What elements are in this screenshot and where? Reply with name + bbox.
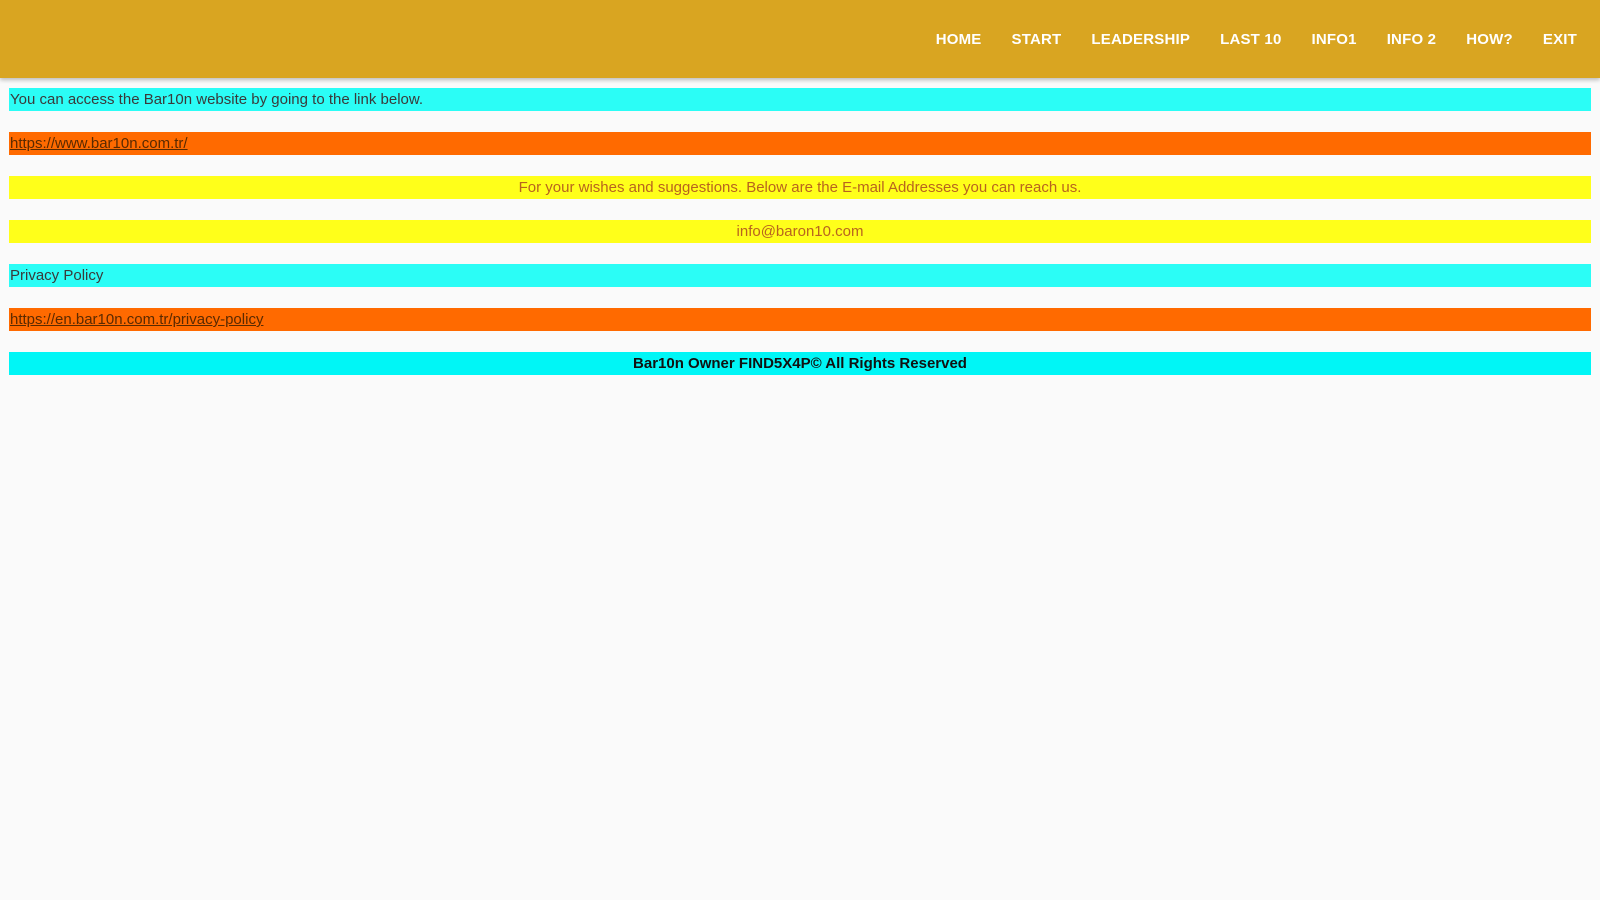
nav-last-10[interactable]: LAST 10	[1205, 31, 1296, 48]
nav-exit[interactable]: EXIT	[1528, 31, 1592, 48]
nav-start[interactable]: START	[997, 31, 1077, 48]
website-link[interactable]: https://www.bar10n.com.tr/	[9, 132, 1591, 155]
nav-leadership[interactable]: LEADERSHIP	[1076, 31, 1205, 48]
nav-info-2[interactable]: INFO 2	[1372, 31, 1452, 48]
privacy-policy-link[interactable]: https://en.bar10n.com.tr/privacy-policy	[9, 308, 1591, 331]
nav-home[interactable]: HOME	[921, 31, 997, 48]
access-text: You can access the Bar10n website by goi…	[9, 88, 1591, 111]
nav-info1[interactable]: INFO1	[1297, 31, 1372, 48]
suggestions-text: For your wishes and suggestions. Below a…	[9, 176, 1591, 199]
top-app-bar: HOME START LEADERSHIP LAST 10 INFO1 INFO…	[0, 0, 1600, 78]
privacy-policy-label: Privacy Policy	[9, 264, 1591, 287]
nav-how[interactable]: HOW?	[1451, 31, 1528, 48]
footer-copyright: Bar10n Owner FIND5X4P© All Rights Reserv…	[9, 352, 1591, 375]
email-address[interactable]: info@baron10.com	[9, 220, 1591, 243]
content-area: You can access the Bar10n website by goi…	[9, 88, 1591, 396]
